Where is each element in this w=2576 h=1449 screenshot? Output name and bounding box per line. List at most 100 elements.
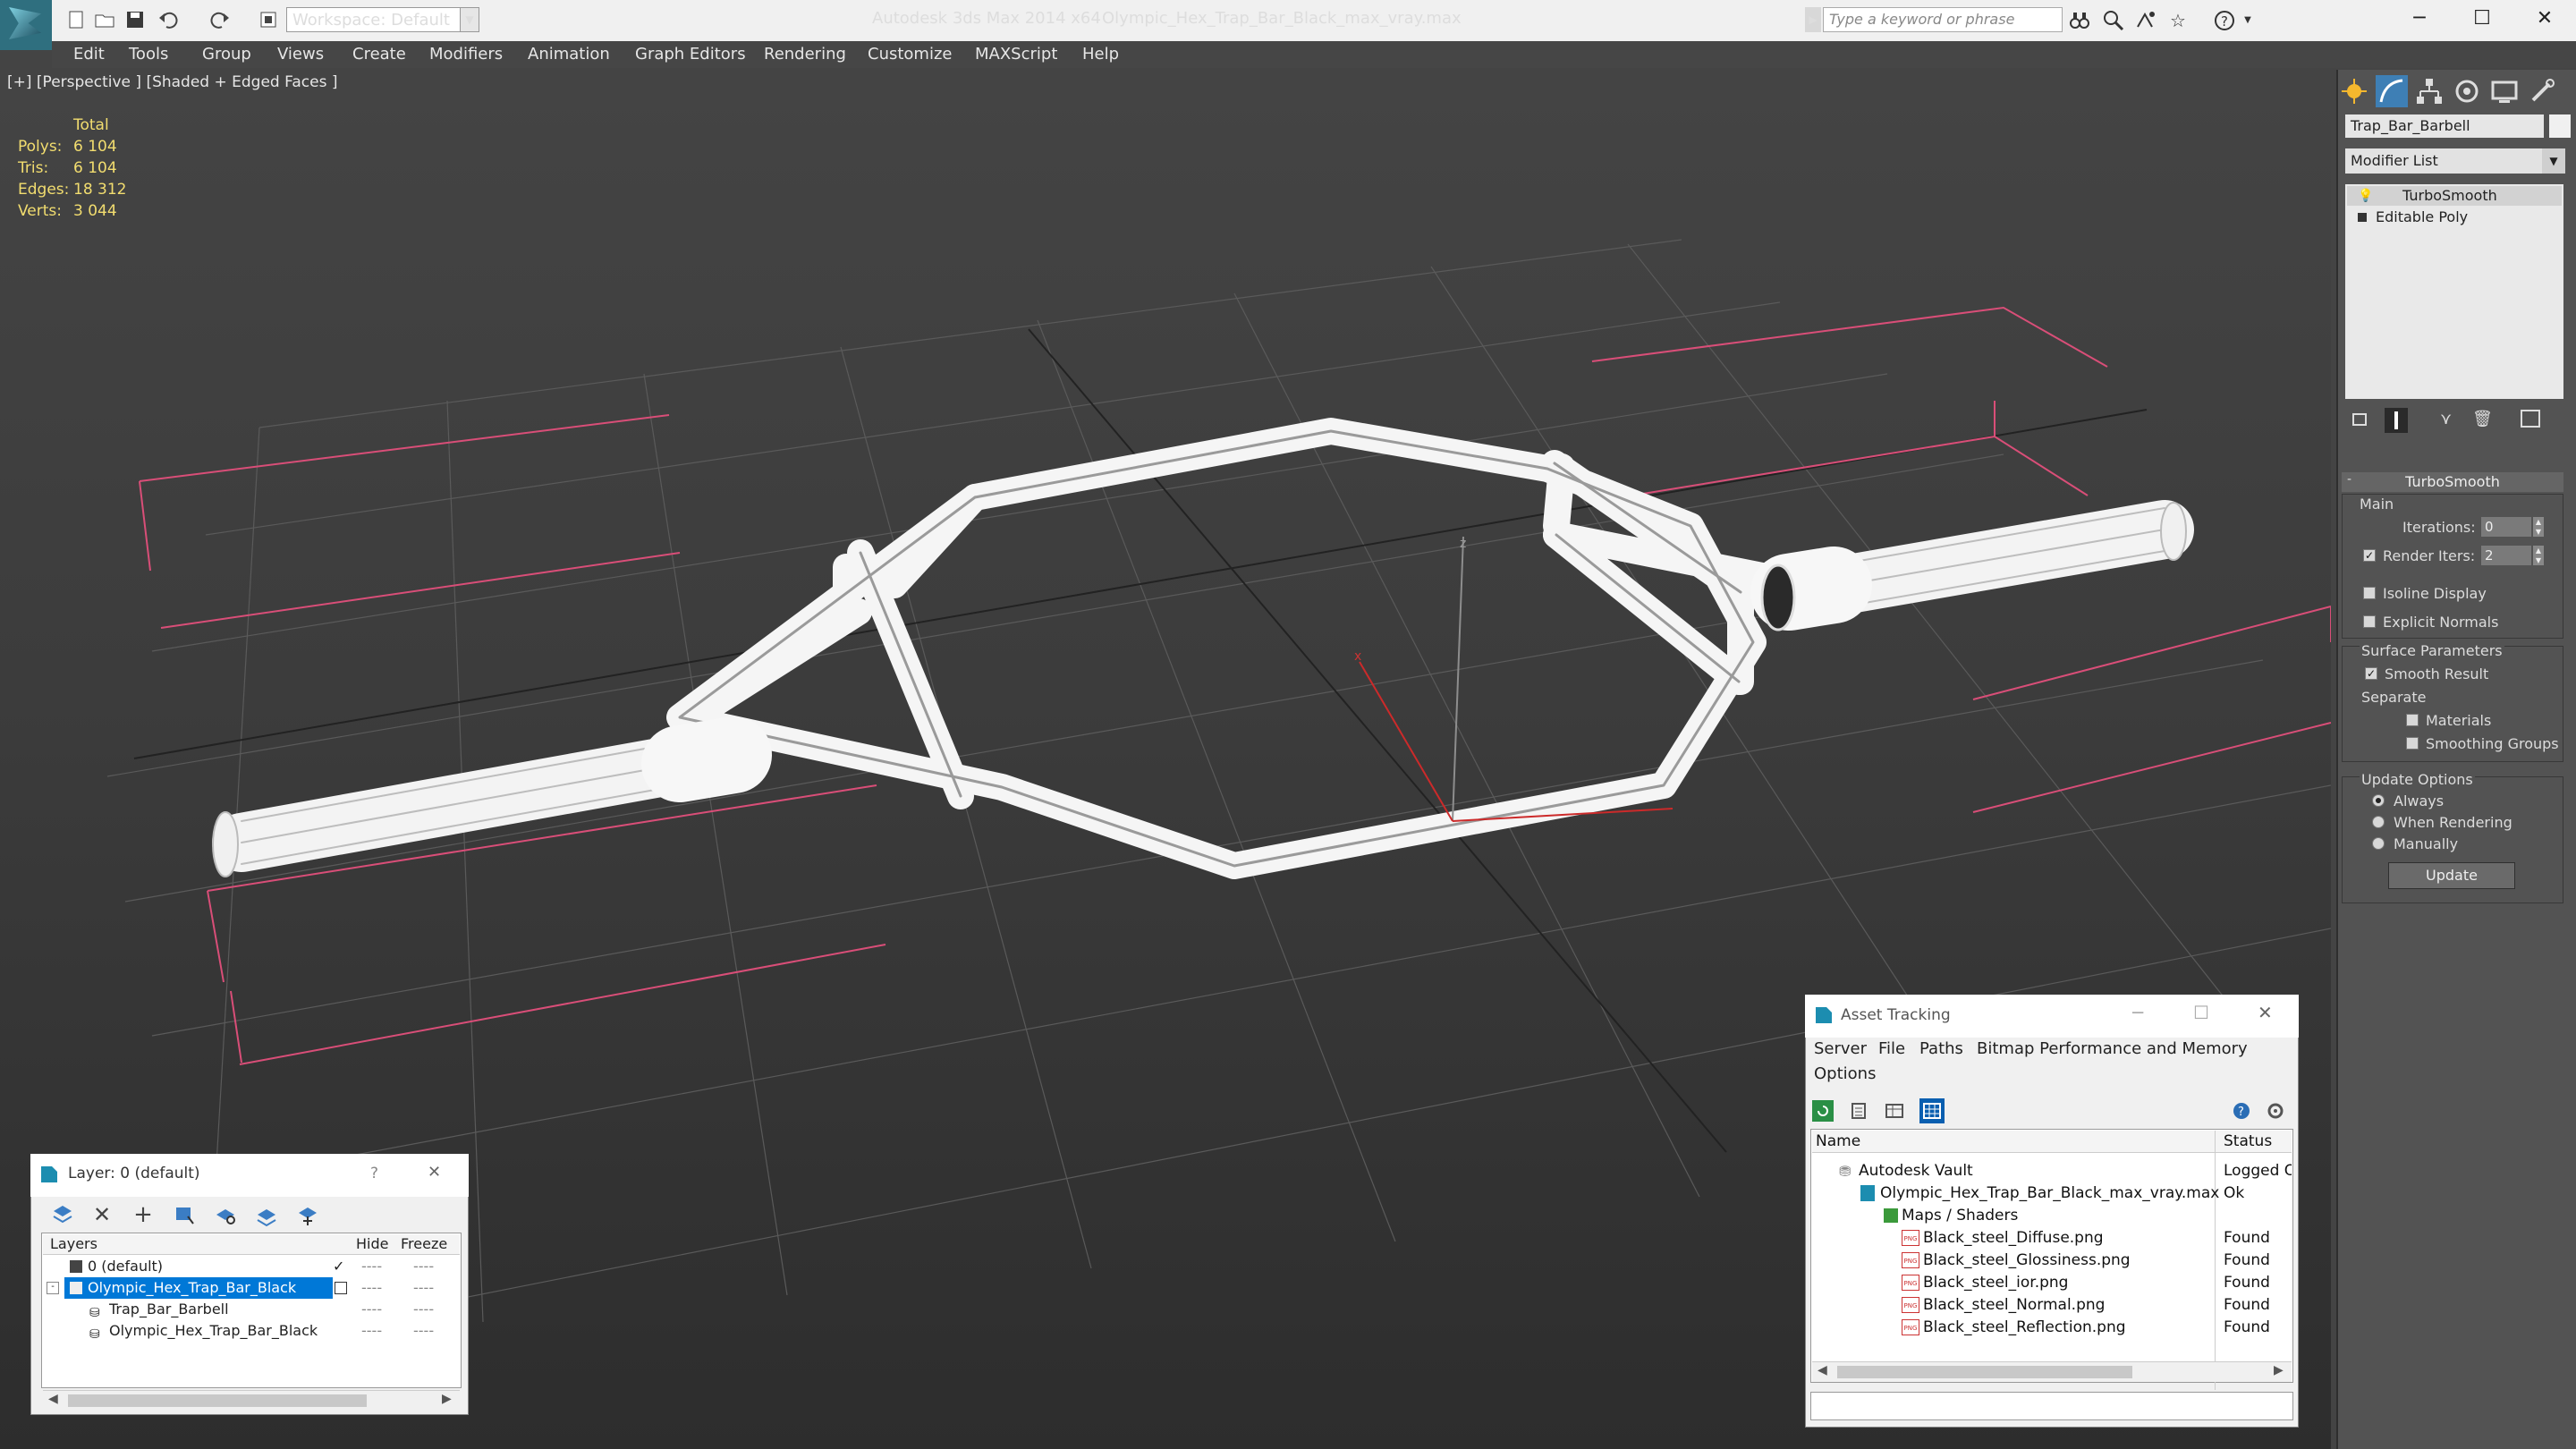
turbosmooth-rollout-header[interactable]: - TurboSmooth (2342, 472, 2563, 492)
make-unique-icon[interactable]: ⋎ (2440, 410, 2452, 428)
isoline-display-checkbox[interactable] (2363, 587, 2376, 599)
table-row[interactable]: PNG Black_steel_ior.png Found (1812, 1272, 2292, 1294)
stack-item-turbosmooth[interactable]: 💡 TurboSmooth (2347, 186, 2562, 206)
horizontal-scrollbar[interactable]: ◀ ▶ (1812, 1361, 2292, 1382)
set-current-layer-box[interactable] (335, 1282, 347, 1294)
menu-edit[interactable]: Edit (73, 45, 105, 64)
col-hide[interactable]: Hide (356, 1235, 388, 1252)
communication-center-icon[interactable] (2134, 9, 2157, 32)
hide-toggle[interactable]: ---- (361, 1277, 382, 1299)
hide-toggle[interactable]: ---- (361, 1299, 382, 1320)
modifier-list-dropdown[interactable]: Modifier List (2345, 148, 2565, 174)
materials-checkbox[interactable] (2406, 714, 2419, 726)
chevron-down-icon[interactable]: ▼ (2542, 148, 2565, 174)
spinner-arrows-icon[interactable]: ▲ ▼ (2533, 546, 2544, 565)
new-layer-icon[interactable] (50, 1202, 75, 1227)
list-view-icon[interactable] (1848, 1100, 1869, 1122)
close-icon[interactable]: ✕ (2258, 1002, 2273, 1023)
menu-file[interactable]: File (1878, 1039, 1905, 1058)
menu-server[interactable]: Server (1814, 1039, 1867, 1058)
modify-tab-icon[interactable] (2376, 75, 2408, 107)
app-logo-button[interactable] (0, 0, 52, 50)
object-name-field[interactable]: Trap_Bar_Barbell (2345, 114, 2544, 138)
display-tab-icon[interactable] (2488, 75, 2521, 107)
new-file-icon[interactable] (64, 9, 88, 30)
chevron-down-icon[interactable]: ▼ (460, 7, 479, 32)
render-iters-spinner[interactable]: 2 (2481, 546, 2531, 565)
hide-toggle[interactable]: ---- (361, 1256, 382, 1277)
table-view-icon[interactable] (1884, 1100, 1905, 1122)
smoothing-groups-checkbox[interactable] (2406, 737, 2419, 750)
table-row[interactable]: Maps / Shaders (1812, 1205, 2292, 1227)
scroll-right-icon[interactable]: ▶ (442, 1392, 452, 1406)
refresh-icon[interactable] (1812, 1100, 1834, 1122)
help-dropdown-icon[interactable]: ▼ (2236, 9, 2259, 32)
when-rendering-radio[interactable] (2372, 816, 2385, 828)
favorites-star-icon[interactable]: ☆ (2166, 9, 2190, 32)
collapse-icon[interactable]: - (47, 1282, 59, 1294)
show-end-result-icon[interactable] (2385, 408, 2408, 433)
minimize-icon[interactable]: ─ (2132, 1002, 2143, 1023)
layer-row[interactable]: ⛁ Olympic_Hex_Trap_Bar_Black ---- ---- (43, 1320, 462, 1342)
minimize-icon[interactable]: ─ (2388, 0, 2451, 38)
freeze-toggle[interactable]: ---- (413, 1277, 434, 1299)
render-iters-checkbox[interactable]: ✓ (2363, 549, 2376, 562)
freeze-toggle[interactable]: ---- (413, 1299, 434, 1320)
binoculars-icon[interactable] (2068, 9, 2091, 32)
layer-row-selected[interactable]: - Olympic_Hex_Trap_Bar_Black ---- ---- (43, 1277, 462, 1299)
save-file-icon[interactable] (123, 9, 147, 30)
highlight-selected-layer-icon[interactable] (213, 1202, 238, 1227)
menu-help[interactable]: Help (1082, 45, 1119, 64)
menu-customize[interactable]: Customize (868, 45, 952, 64)
menu-rendering[interactable]: Rendering (764, 45, 846, 64)
col-status[interactable]: Status (2224, 1132, 2272, 1150)
menu-group[interactable]: Group (202, 45, 251, 64)
menu-tools[interactable]: Tools (129, 45, 168, 64)
freeze-all-layers-icon[interactable] (295, 1202, 320, 1227)
settings-icon[interactable] (2265, 1100, 2286, 1122)
menu-bitmap-performance[interactable]: Bitmap Performance and Memory (1977, 1039, 2248, 1058)
grid-view-icon[interactable] (1919, 1098, 1945, 1123)
scroll-left-icon[interactable]: ◀ (48, 1392, 58, 1406)
pin-stack-icon[interactable] (2352, 413, 2367, 426)
configure-modifier-sets-icon[interactable] (2521, 410, 2540, 428)
hide-toggle[interactable]: ---- (361, 1320, 382, 1342)
search-expand-icon[interactable]: ▶ (1805, 7, 1821, 32)
table-row[interactable]: PNG Black_steel_Diffuse.png Found (1812, 1227, 2292, 1250)
table-row[interactable]: Olympic_Hex_Trap_Bar_Black_max_vray.max … (1812, 1182, 2292, 1205)
remove-modifier-icon[interactable]: 🗑 (2472, 410, 2493, 428)
create-tab-icon[interactable] (2338, 75, 2370, 107)
freeze-toggle[interactable]: ---- (413, 1320, 434, 1342)
scrollbar-thumb[interactable] (68, 1394, 367, 1407)
workspace-dropdown[interactable]: Workspace: Default (286, 7, 462, 32)
expand-plus-icon[interactable] (2358, 213, 2367, 222)
menu-maxscript[interactable]: MAXScript (975, 45, 1057, 64)
table-row[interactable]: ⛃ Autodesk Vault Logged O (1812, 1160, 2292, 1182)
horizontal-scrollbar[interactable]: ◀ ▶ (43, 1390, 460, 1411)
search-input[interactable]: Type a keyword or phrase (1823, 7, 2063, 32)
undo-icon[interactable] (157, 9, 181, 30)
update-button[interactable]: Update (2388, 862, 2515, 889)
viewport-label[interactable]: [+] [Perspective ] [Shaded + Edged Faces… (7, 73, 337, 91)
close-button[interactable]: ✕ (428, 1163, 441, 1182)
menu-animation[interactable]: Animation (528, 45, 610, 64)
menu-modifiers[interactable]: Modifiers (429, 45, 503, 64)
spinner-arrows-icon[interactable]: ▲ ▼ (2533, 517, 2544, 537)
project-folder-icon[interactable] (258, 9, 281, 30)
freeze-toggle[interactable]: ---- (413, 1256, 434, 1277)
help-icon[interactable]: ? (2231, 1100, 2252, 1122)
hierarchy-tab-icon[interactable] (2413, 75, 2445, 107)
menu-graph-editors[interactable]: Graph Editors (635, 45, 746, 64)
layer-row[interactable]: ⛁ Trap_Bar_Barbell ---- ---- (43, 1299, 462, 1320)
col-freeze[interactable]: Freeze (401, 1235, 447, 1252)
menu-views[interactable]: Views (277, 45, 324, 64)
redo-icon[interactable] (208, 9, 231, 30)
table-row[interactable]: PNG Black_steel_Glossiness.png Found (1812, 1250, 2292, 1272)
explicit-normals-checkbox[interactable] (2363, 615, 2376, 628)
object-color-swatch[interactable] (2549, 114, 2571, 138)
maximize-icon[interactable]: ☐ (2193, 1002, 2209, 1023)
subscription-center-icon[interactable] (2102, 9, 2125, 32)
motion-tab-icon[interactable] (2451, 75, 2483, 107)
maximize-icon[interactable]: ☐ (2451, 0, 2513, 38)
table-row[interactable]: PNG Black_steel_Reflection.png Found (1812, 1317, 2292, 1339)
